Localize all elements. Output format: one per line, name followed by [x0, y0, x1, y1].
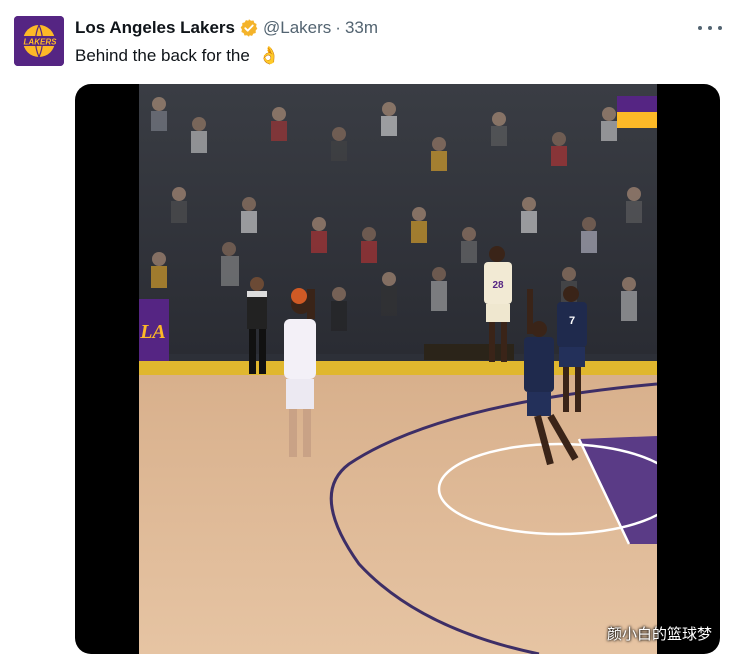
court-logo: LA — [139, 321, 166, 343]
tweet-body: Behind the back for the — [75, 46, 250, 65]
video-frame[interactable]: LA 28 7 — [139, 84, 657, 654]
more-options-icon[interactable] — [698, 18, 722, 38]
jersey-7: 7 — [569, 315, 575, 327]
video-player[interactable]: LA 28 7 颜小白的篮球梦 — [75, 84, 720, 654]
court-floor — [139, 375, 657, 654]
timestamp[interactable]: 33m — [345, 18, 378, 38]
basketball-scene: LA 28 7 — [139, 84, 657, 654]
logo-text: LAKERS — [24, 38, 58, 47]
referee — [247, 277, 267, 374]
broadcast-bug-purple — [617, 96, 657, 112]
ok-hand-emoji: 👌 — [258, 46, 280, 65]
user-handle[interactable]: @Lakers — [263, 18, 331, 38]
basketball — [291, 288, 307, 304]
tweet-text: Behind the back for the 👌 — [75, 44, 280, 68]
broadcast-bug-gold — [617, 112, 657, 128]
lakers-logo: LAKERS — [14, 16, 64, 66]
separator-dot: · — [335, 18, 341, 37]
verified-badge-icon[interactable] — [239, 18, 259, 38]
tweet-header: Los Angeles Lakers @Lakers · 33m — [75, 17, 378, 39]
display-name[interactable]: Los Angeles Lakers — [75, 18, 235, 38]
jersey-28: 28 — [492, 280, 504, 291]
avatar[interactable]: LAKERS — [14, 16, 64, 66]
